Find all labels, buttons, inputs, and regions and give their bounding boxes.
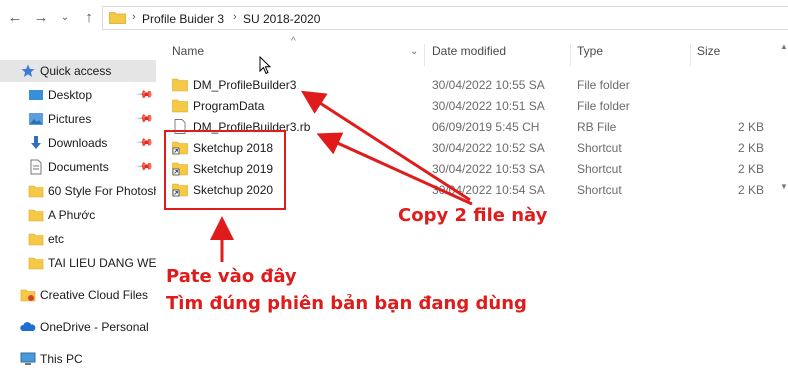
copy-annotation: Copy 2 file này [398,205,548,226]
paste-annotation: Pate vào đây [166,266,297,287]
arrow-to-folder [300,90,471,202]
version-annotation: Tìm đúng phiên bản bạn đang dùng [166,293,527,314]
annotation-arrows [210,90,473,262]
arrow-to-rb-file [316,132,473,206]
